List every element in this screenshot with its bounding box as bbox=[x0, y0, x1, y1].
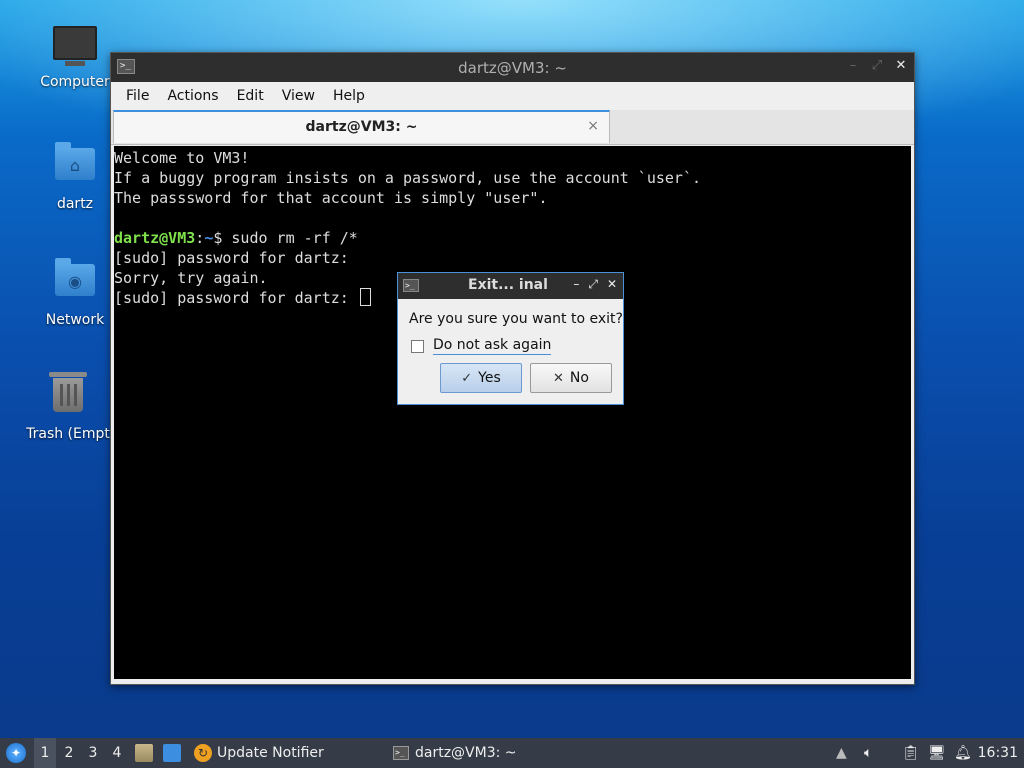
start-menu-icon[interactable]: ✦ bbox=[6, 743, 26, 763]
minimize-icon[interactable]: – bbox=[573, 277, 579, 292]
taskbar: ✦ 1 2 3 4 ↻ Update Notifier >_ dartz@VM3… bbox=[0, 738, 1024, 768]
close-icon[interactable]: ✕ bbox=[894, 58, 908, 73]
menu-view[interactable]: View bbox=[273, 88, 324, 104]
network-icon[interactable]: 🖥︎ bbox=[928, 738, 946, 768]
close-icon[interactable]: ✕ bbox=[607, 277, 617, 292]
do-not-ask-row[interactable]: Do not ask again bbox=[411, 337, 552, 355]
terminal-line: If a buggy program insists on a password… bbox=[114, 169, 701, 187]
terminal-icon: >_ bbox=[403, 279, 419, 292]
window-title: dartz@VM3: ~ bbox=[458, 59, 567, 77]
terminal-icon: >_ bbox=[393, 746, 409, 760]
task-terminal-label: dartz@VM3: ~ bbox=[415, 745, 517, 761]
terminal-cursor bbox=[359, 288, 371, 306]
no-button[interactable]: ✕ No bbox=[530, 363, 612, 393]
terminal-line: Welcome to VM3! bbox=[114, 149, 250, 167]
terminal-line: The passsword for that account is simply… bbox=[114, 189, 548, 207]
workspace-1[interactable]: 1 bbox=[34, 738, 56, 768]
workspace-4[interactable]: 4 bbox=[106, 738, 128, 768]
menu-file[interactable]: File bbox=[117, 88, 158, 104]
tray-up-icon[interactable]: ▲ bbox=[836, 738, 847, 768]
clipboard-icon[interactable]: 📋︎ bbox=[902, 738, 920, 768]
clock[interactable]: 16:31 bbox=[978, 738, 1018, 768]
desktop-icon-label: Computer bbox=[40, 74, 110, 90]
notification-icon[interactable]: 🔔︎ bbox=[954, 738, 972, 768]
terminal-output[interactable]: Welcome to VM3! If a buggy program insis… bbox=[114, 146, 911, 679]
yes-button[interactable]: ✓ Yes bbox=[440, 363, 522, 393]
volume-icon[interactable]: 🔈︎ bbox=[864, 738, 872, 768]
computer-icon bbox=[53, 26, 97, 70]
desktop-icon-network[interactable]: ◉ Network bbox=[27, 256, 123, 328]
tab-bar: dartz@VM3: ~ × bbox=[111, 110, 914, 145]
show-desktop-icon[interactable] bbox=[163, 744, 181, 762]
checkmark-icon: ✓ bbox=[461, 370, 473, 386]
terminal-prompt-line: dartz@VM3:~$ sudo rm -rf /* bbox=[114, 228, 911, 248]
workspace-3[interactable]: 3 bbox=[82, 738, 104, 768]
menu-help[interactable]: Help bbox=[324, 88, 374, 104]
dialog-message: Are you sure you want to exit? bbox=[409, 311, 623, 327]
prompt-colon: : bbox=[195, 229, 205, 247]
prompt-path: ~ bbox=[204, 229, 214, 247]
do-not-ask-checkbox[interactable] bbox=[411, 339, 424, 353]
do-not-ask-label[interactable]: Do not ask again bbox=[433, 337, 552, 355]
desktop-icon-label: Trash (Empt bbox=[26, 426, 110, 442]
terminal-line: [sudo] password for dartz: bbox=[114, 249, 349, 267]
prompt-command: $ sudo rm -rf /* bbox=[213, 229, 358, 247]
desktop-icon-home[interactable]: ⌂ dartz bbox=[27, 140, 123, 212]
maximize-icon[interactable]: ⤢ bbox=[588, 277, 598, 292]
update-notifier-task[interactable]: ↻ Update Notifier bbox=[194, 738, 324, 768]
desktop-icon-label: dartz bbox=[56, 196, 94, 212]
prompt-user: dartz@VM3 bbox=[114, 229, 196, 247]
menubar: File Actions Edit View Help bbox=[111, 82, 914, 110]
file-manager-icon[interactable] bbox=[135, 744, 153, 762]
password-prompt: [sudo] password for dartz: bbox=[114, 289, 358, 307]
exit-dialog: >_ Exit... inal – ⤢ ✕ Are you sure you w… bbox=[397, 272, 624, 405]
update-icon: ↻ bbox=[194, 744, 212, 762]
menu-actions[interactable]: Actions bbox=[158, 88, 227, 104]
update-notifier-label: Update Notifier bbox=[217, 745, 324, 761]
yes-label: Yes bbox=[478, 370, 501, 386]
desktop-icon-label: Network bbox=[45, 312, 105, 328]
x-icon: ✕ bbox=[553, 370, 564, 386]
desktop-icon-computer[interactable]: Computer bbox=[27, 22, 123, 90]
desktop-icon-trash[interactable]: Trash (Empt bbox=[22, 372, 114, 442]
tab-title: dartz@VM3: ~ bbox=[305, 119, 418, 135]
tab-terminal[interactable]: dartz@VM3: ~ × bbox=[113, 110, 610, 143]
network-folder-icon: ◉ bbox=[53, 258, 97, 308]
no-label: No bbox=[569, 370, 589, 386]
dialog-title: Exit... inal bbox=[468, 277, 548, 293]
task-terminal[interactable]: >_ dartz@VM3: ~ bbox=[393, 738, 517, 768]
menu-edit[interactable]: Edit bbox=[228, 88, 273, 104]
maximize-icon[interactable]: ⤢ bbox=[870, 58, 884, 73]
minimize-icon[interactable]: – bbox=[846, 58, 860, 73]
trash-icon bbox=[46, 372, 90, 422]
dialog-titlebar[interactable]: >_ Exit... inal – ⤢ ✕ bbox=[398, 273, 623, 299]
window-titlebar[interactable]: >_ dartz@VM3: ~ – ⤢ ✕ bbox=[111, 53, 914, 82]
home-folder-icon: ⌂ bbox=[53, 142, 97, 192]
tab-close-icon[interactable]: × bbox=[587, 118, 599, 134]
workspace-2[interactable]: 2 bbox=[58, 738, 80, 768]
